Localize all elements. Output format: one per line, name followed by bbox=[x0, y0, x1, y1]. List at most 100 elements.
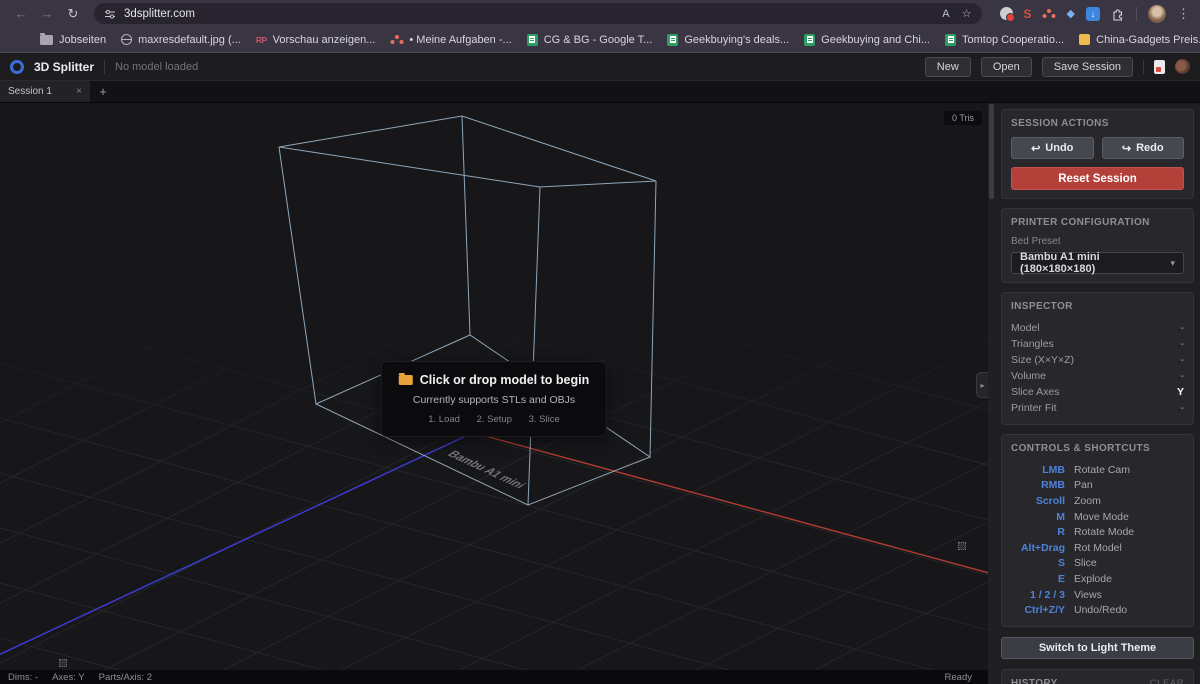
reload-icon[interactable]: ↻ bbox=[62, 6, 84, 22]
bookmark-maxresdefault[interactable]: maxresdefault.jpg (... bbox=[121, 34, 241, 46]
new-button[interactable]: New bbox=[925, 57, 971, 77]
shortcut-desc: Explode bbox=[1074, 573, 1112, 585]
app-header: 3D Splitter No model loaded New Open Sav… bbox=[0, 53, 1200, 81]
inspector-value: - bbox=[1181, 322, 1185, 334]
axis-handle-icon bbox=[958, 542, 966, 550]
overlay-steps: 1. Load 2. Setup 3. Slice bbox=[399, 414, 589, 425]
inspector-value: - bbox=[1181, 354, 1185, 366]
shortcut-desc: Slice bbox=[1074, 557, 1097, 569]
sidebar: SESSION ACTIONS ↩ Undo ↪ Redo Reset Sess… bbox=[995, 103, 1200, 684]
bed-preset-select[interactable]: Bambu A1 mini (180×180×180) ▾ bbox=[1011, 252, 1184, 274]
shortcut-desc: Undo/Redo bbox=[1074, 604, 1127, 616]
inspector-label: Slice Axes bbox=[1011, 386, 1059, 398]
shortcut-row: LMB Rotate Cam bbox=[1011, 462, 1184, 478]
bookmark-geekbuying-deals[interactable]: Geekbuying's deals... bbox=[667, 34, 789, 46]
triangle-count-badge: 0 Tris bbox=[944, 111, 982, 125]
diamond-extension-icon[interactable]: ◆ bbox=[1067, 7, 1075, 20]
extensions-puzzle-icon[interactable] bbox=[1111, 7, 1125, 21]
scrollbar-thumb[interactable] bbox=[989, 104, 994, 199]
controls-shortcuts-card: CONTROLS & SHORTCUTS LMB Rotate Cam RMB … bbox=[1001, 434, 1194, 627]
shortcut-desc: Pan bbox=[1074, 479, 1093, 491]
inspector-label: Model bbox=[1011, 322, 1040, 334]
shortcut-desc: Zoom bbox=[1074, 495, 1101, 507]
bookmarks-bar: Jobseiten maxresdefault.jpg (... RP Vors… bbox=[0, 27, 1200, 53]
sheets-favicon bbox=[527, 34, 538, 46]
inspector-label: Volume bbox=[1011, 370, 1046, 382]
bookmark-china-gadgets[interactable]: China-Gadgets Preis... bbox=[1079, 34, 1200, 46]
status-bar: Dims: - Axes: Y Parts/Axis: 2 Ready bbox=[0, 670, 988, 684]
viewport-3d[interactable]: Bambu A1 mini 0 Tris Click or drop model… bbox=[0, 103, 988, 670]
bookmark-label: Tomtop Cooperatio... bbox=[962, 34, 1064, 46]
history-card: HISTORY CLEAR [14:42:48] [Session 1] Cre… bbox=[1001, 669, 1194, 684]
document-icon[interactable] bbox=[1154, 60, 1165, 74]
bookmark-meine-aufgaben[interactable]: • Meine Aufgaben -... bbox=[390, 34, 511, 46]
address-bar[interactable]: 3dsplitter.com A ☆ bbox=[94, 3, 982, 24]
shortcut-row: 1 / 2 / 3 Views bbox=[1011, 587, 1184, 603]
session-actions-card: SESSION ACTIONS ↩ Undo ↪ Redo Reset Sess… bbox=[1001, 109, 1194, 199]
inspector-value: - bbox=[1181, 370, 1185, 382]
undo-button[interactable]: ↩ Undo bbox=[1011, 137, 1094, 159]
asana-extension-icon[interactable] bbox=[1043, 9, 1056, 19]
redo-label: Redo bbox=[1136, 142, 1164, 154]
shortcut-key: S bbox=[1011, 557, 1065, 569]
shortcut-key: Alt+Drag bbox=[1011, 542, 1065, 554]
bookmark-cg-bg[interactable]: CG & BG - Google T... bbox=[527, 34, 653, 46]
download-icon[interactable]: ↓ bbox=[1086, 7, 1100, 21]
redo-button[interactable]: ↪ Redo bbox=[1102, 137, 1185, 159]
folder-icon bbox=[40, 35, 53, 45]
save-session-button[interactable]: Save Session bbox=[1042, 57, 1133, 77]
bookmark-geekbuying-chi[interactable]: Geekbuying and Chi... bbox=[804, 34, 930, 46]
site-info-icon[interactable] bbox=[104, 8, 116, 20]
sidebar-scrollbar[interactable] bbox=[988, 103, 995, 684]
tab-label: Session 1 bbox=[8, 86, 70, 97]
shortcut-row: M Move Mode bbox=[1011, 509, 1184, 525]
bookmark-jobseiten[interactable]: Jobseiten bbox=[40, 34, 106, 46]
new-session-tab-button[interactable]: + bbox=[90, 81, 116, 102]
open-button[interactable]: Open bbox=[981, 57, 1032, 77]
sidebar-collapse-handle[interactable]: ▸ bbox=[976, 372, 988, 398]
folder-open-icon bbox=[399, 375, 413, 385]
shortcut-row: Alt+Drag Rot Model bbox=[1011, 540, 1184, 556]
status-parts: Parts/Axis: 2 bbox=[99, 672, 152, 683]
bookmark-label: maxresdefault.jpg (... bbox=[138, 34, 241, 46]
selected-preset: Bambu A1 mini (180×180×180) bbox=[1020, 251, 1170, 275]
bookmark-star-icon[interactable]: ☆ bbox=[962, 7, 972, 20]
coffee-icon[interactable] bbox=[1175, 59, 1190, 74]
profile-avatar[interactable] bbox=[1148, 5, 1166, 23]
app-logo-icon bbox=[10, 60, 24, 74]
tab-session-1[interactable]: Session 1 × bbox=[0, 81, 90, 102]
inspector-row: Slice Axes Y bbox=[1011, 384, 1184, 400]
switch-theme-button[interactable]: Switch to Light Theme bbox=[1001, 637, 1194, 659]
status-ready: Ready bbox=[945, 672, 972, 683]
extension-s-icon[interactable]: S bbox=[1024, 7, 1032, 21]
main-area: Bambu A1 mini 0 Tris Click or drop model… bbox=[0, 103, 1200, 684]
shortcut-row: R Rotate Mode bbox=[1011, 524, 1184, 540]
extension-notification-icon[interactable] bbox=[1000, 7, 1013, 20]
bookmark-tomtop[interactable]: Tomtop Cooperatio... bbox=[945, 34, 1064, 46]
shortcut-key: RMB bbox=[1011, 479, 1065, 491]
forward-icon[interactable]: → bbox=[36, 6, 58, 21]
back-icon[interactable]: ← bbox=[10, 6, 32, 21]
undo-icon: ↩ bbox=[1031, 142, 1040, 155]
undo-label: Undo bbox=[1045, 142, 1073, 154]
inspector-label: Triangles bbox=[1011, 338, 1054, 350]
translate-icon[interactable]: A bbox=[942, 8, 949, 20]
chevron-down-icon: ▾ bbox=[1170, 258, 1175, 269]
bookmark-label: Geekbuying and Chi... bbox=[821, 34, 930, 46]
shortcut-desc: Rot Model bbox=[1074, 542, 1122, 554]
bookmark-vorschau[interactable]: RP Vorschau anzeigen... bbox=[256, 34, 376, 46]
history-clear-button[interactable]: CLEAR bbox=[1150, 678, 1184, 684]
tab-close-icon[interactable]: × bbox=[76, 86, 82, 97]
reset-session-button[interactable]: Reset Session bbox=[1011, 167, 1184, 190]
drop-model-overlay[interactable]: Click or drop model to begin Currently s… bbox=[381, 361, 607, 437]
shortcut-desc: Rotate Cam bbox=[1074, 464, 1130, 476]
sheets-favicon bbox=[804, 34, 815, 46]
bookmark-label: • Meine Aufgaben -... bbox=[409, 34, 511, 46]
browser-menu-icon[interactable]: ⋮ bbox=[1177, 6, 1190, 22]
axis-handle-icon bbox=[59, 659, 67, 667]
overlay-subtitle: Currently supports STLs and OBJs bbox=[399, 394, 589, 406]
shortcut-key: 1 / 2 / 3 bbox=[1011, 589, 1065, 601]
shortcut-desc: Rotate Mode bbox=[1074, 526, 1134, 538]
inspector-row: Size (X×Y×Z) - bbox=[1011, 352, 1184, 368]
shortcut-row: Ctrl+Z/Y Undo/Redo bbox=[1011, 602, 1184, 618]
